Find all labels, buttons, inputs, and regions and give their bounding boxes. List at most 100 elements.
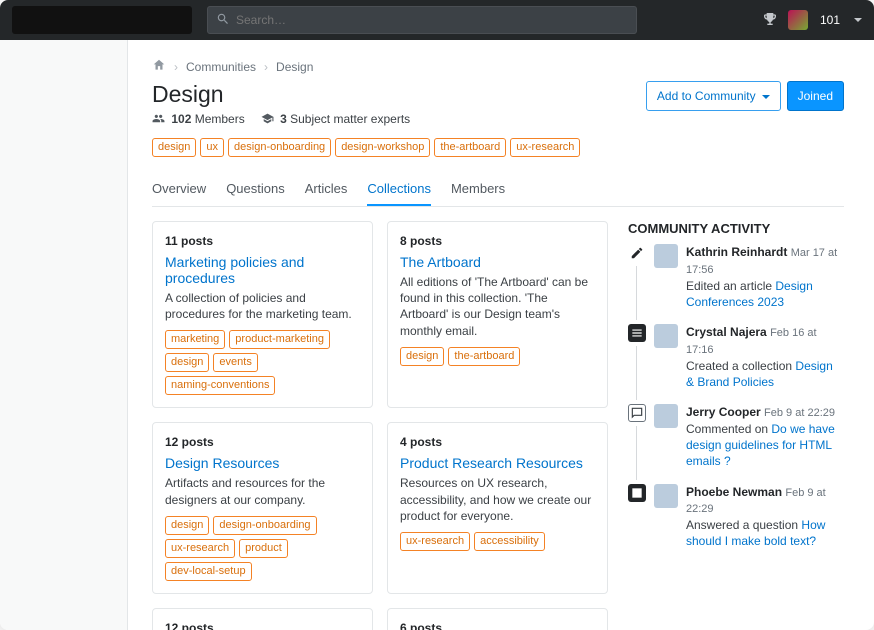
add-to-community-button[interactable]: Add to Community [646, 81, 781, 111]
comment-icon [628, 404, 646, 422]
activity-verb: Answered a question [686, 518, 801, 532]
tag-design[interactable]: design [400, 347, 444, 366]
collection-card[interactable]: 12 posts Design Resources Artifacts and re… [152, 422, 373, 593]
post-count: 6 posts [400, 621, 595, 630]
activity-item: Jerry Cooper Feb 9 at 22:29Commented on … [628, 404, 838, 469]
tag-the-artboard[interactable]: the-artboard [434, 138, 506, 157]
tag-naming-conventions[interactable]: naming-conventions [165, 376, 275, 395]
collection-title[interactable]: The Artboard [400, 254, 595, 270]
tab-bar: Overview Questions Articles Collections Memb… [152, 173, 844, 207]
activity-item: Kathrin Reinhardt Mar 17 at 17:56Edited … [628, 244, 838, 310]
collection-title[interactable]: Product Research Resources [400, 455, 595, 471]
activity-avatar[interactable] [654, 244, 678, 268]
tag-dev-local-setup[interactable]: dev-local-setup [165, 562, 252, 581]
activity-body: Jerry Cooper Feb 9 at 22:29Commented on … [686, 404, 838, 469]
svg-text:A: A [634, 488, 640, 497]
user-avatar[interactable] [788, 10, 808, 30]
activity-body: Phoebe Newman Feb 9 at 22:29Answered a q… [686, 484, 838, 550]
search-input[interactable] [236, 13, 628, 27]
people-icon [152, 112, 165, 125]
sme-stat: 3 Subject matter experts [261, 112, 410, 126]
tag-product[interactable]: product [239, 539, 288, 558]
tag-design-workshop[interactable]: design-workshop [335, 138, 430, 157]
answer-icon: A [628, 484, 646, 502]
activity-item: Crystal Najera Feb 16 at 17:16Created a … [628, 324, 838, 390]
collection-card[interactable]: 4 posts Product Research Resources Resourc… [387, 422, 608, 593]
tag-marketing[interactable]: marketing [165, 330, 225, 349]
tab-overview[interactable]: Overview [152, 173, 206, 206]
activity-verb: Created a collection [686, 359, 795, 373]
tag-design[interactable]: design [165, 353, 209, 372]
activity-sidebar: COMMUNITY ACTIVITY Kathrin Reinhardt Mar… [628, 221, 838, 564]
tag-design-onboarding[interactable]: design-onboarding [228, 138, 331, 157]
activity-user[interactable]: Jerry Cooper [686, 405, 761, 419]
tag-ux[interactable]: ux [200, 138, 224, 157]
joined-button[interactable]: Joined [787, 81, 844, 111]
reputation: 101 [820, 13, 840, 27]
activity-avatar[interactable] [654, 484, 678, 508]
tag-ux-research[interactable]: ux-research [165, 539, 235, 558]
tab-questions[interactable]: Questions [226, 173, 285, 206]
page-title: Design [152, 81, 410, 108]
activity-user[interactable]: Crystal Najera [686, 325, 767, 339]
tag-design-onboarding[interactable]: design-onboarding [213, 516, 316, 535]
breadcrumb-sep: › [264, 60, 268, 74]
activity-user[interactable]: Kathrin Reinhardt [686, 245, 787, 259]
activity-verb: Edited an article [686, 279, 775, 293]
tag-accessibility[interactable]: accessibility [474, 532, 545, 551]
tag-ux-research[interactable]: ux-research [400, 532, 470, 551]
collection-card[interactable]: 8 posts The Artboard All editions of 'The … [387, 221, 608, 408]
activity-body: Crystal Najera Feb 16 at 17:16Created a … [686, 324, 838, 390]
collection-desc: Artifacts and resources for the designer… [165, 475, 360, 507]
activity-avatar[interactable] [654, 404, 678, 428]
collection-desc: Resources on UX research, accessibility,… [400, 475, 595, 524]
search-icon [216, 12, 236, 29]
collection-desc: All editions of 'The Artboard' can be fo… [400, 274, 595, 339]
list-icon [628, 324, 646, 342]
home-icon[interactable] [152, 58, 166, 75]
logo[interactable] [12, 6, 192, 34]
members-stat: 102 Members [152, 112, 245, 126]
chevron-down-icon[interactable] [854, 18, 862, 22]
search-box[interactable] [207, 6, 637, 34]
post-count: 12 posts [165, 435, 360, 449]
graduation-icon [261, 112, 274, 125]
post-count: 4 posts [400, 435, 595, 449]
breadcrumb-communities[interactable]: Communities [186, 60, 256, 74]
tag-events[interactable]: events [213, 353, 257, 372]
breadcrumb-sep: › [174, 60, 178, 74]
tag-ux-research[interactable]: ux-research [510, 138, 580, 157]
breadcrumb-current: Design [276, 60, 313, 74]
tab-articles[interactable]: Articles [305, 173, 348, 206]
post-count: 8 posts [400, 234, 595, 248]
chevron-down-icon [762, 95, 770, 99]
collection-card[interactable]: 11 posts Marketing policies and procedure… [152, 221, 373, 408]
activity-user[interactable]: Phoebe Newman [686, 485, 782, 499]
collection-title[interactable]: Marketing policies and procedures [165, 254, 360, 286]
collection-desc: A collection of policies and procedures … [165, 290, 360, 322]
tab-collections[interactable]: Collections [367, 173, 431, 206]
activity-item: A Phoebe Newman Feb 9 at 22:29Answered a … [628, 484, 838, 550]
tag-design[interactable]: design [152, 138, 196, 157]
activity-body: Kathrin Reinhardt Mar 17 at 17:56Edited … [686, 244, 838, 310]
collection-card[interactable]: 6 posts [387, 608, 608, 630]
left-nav [0, 40, 128, 630]
post-count: 11 posts [165, 234, 360, 248]
tag-product-marketing[interactable]: product-marketing [229, 330, 330, 349]
post-count: 12 posts [165, 621, 360, 630]
topbar: 101 [0, 0, 874, 40]
header-tag-row: designuxdesign-onboardingdesign-workshop… [152, 138, 844, 157]
tab-members[interactable]: Members [451, 173, 505, 206]
trophy-icon[interactable] [762, 11, 778, 30]
activity-date: Feb 9 at 22:29 [764, 407, 835, 419]
activity-heading: COMMUNITY ACTIVITY [628, 221, 838, 236]
tag-design[interactable]: design [165, 516, 209, 535]
activity-verb: Commented on [686, 422, 771, 436]
activity-avatar[interactable] [654, 324, 678, 348]
collections-grid: 11 posts Marketing policies and procedure… [152, 221, 608, 630]
tag-the-artboard[interactable]: the-artboard [448, 347, 520, 366]
breadcrumb: › Communities › Design [152, 58, 844, 75]
pencil-icon [628, 244, 646, 262]
collection-title[interactable]: Design Resources [165, 455, 360, 471]
collection-card[interactable]: 12 postsInspirationA place to drop desig… [152, 608, 373, 630]
